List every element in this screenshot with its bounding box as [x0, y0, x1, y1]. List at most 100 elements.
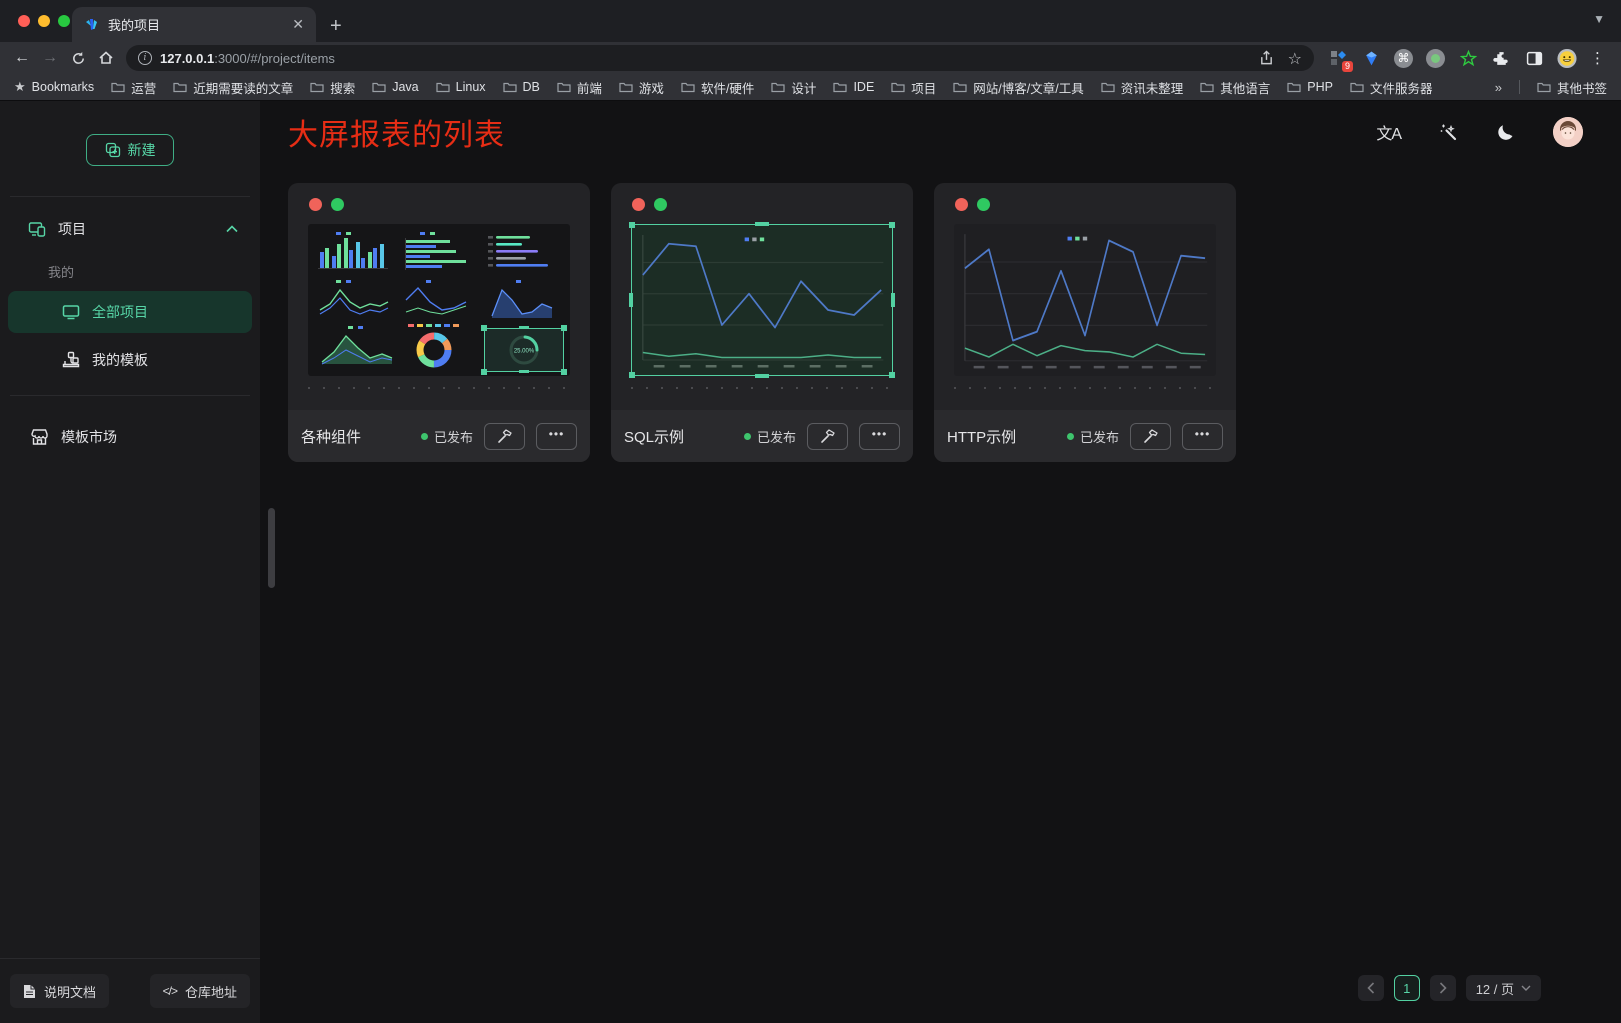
bookmark-folder[interactable]: 项目	[891, 78, 936, 97]
project-thumbnail[interactable]	[954, 224, 1216, 376]
card-green-dot	[977, 198, 990, 211]
dark-mode-moon-icon[interactable]	[1496, 123, 1515, 142]
edit-project-button[interactable]	[484, 423, 525, 450]
repo-button[interactable]: </> 仓库地址	[150, 974, 250, 1008]
back-icon[interactable]: ←	[8, 45, 36, 71]
bookmark-folder[interactable]: 文件服务器	[1350, 78, 1433, 97]
page-header: 大屏报表的列表 文A	[288, 101, 1621, 163]
sidebar-group-project[interactable]: 项目	[8, 207, 252, 251]
extensions-puzzle-icon[interactable]	[1491, 48, 1511, 68]
main-content: 大屏报表的列表 文A	[260, 101, 1621, 1023]
card-footer: SQL示例 已发布 •••	[611, 410, 913, 462]
site-info-icon[interactable]: i	[138, 51, 152, 65]
share-icon[interactable]	[1259, 50, 1274, 66]
project-card[interactable]: SQL示例 已发布 •••	[611, 183, 913, 462]
document-icon	[23, 984, 36, 999]
other-bookmarks-folder[interactable]: 其他书签	[1537, 78, 1607, 97]
tab-close-icon[interactable]: ✕	[292, 16, 304, 33]
docs-button[interactable]: 说明文档	[10, 974, 109, 1008]
bookmark-folder[interactable]: 软件/硬件	[681, 78, 754, 97]
bookmark-star-icon[interactable]: ☆	[1288, 49, 1302, 68]
hammer-icon	[1143, 428, 1159, 444]
bookmark-folder[interactable]: 游戏	[619, 78, 664, 97]
extension-badge: 9	[1342, 61, 1353, 72]
card-green-dot	[654, 198, 667, 211]
bookmark-folder[interactable]: 搜索	[310, 78, 355, 97]
hammer-icon	[820, 428, 836, 444]
bookmark-item[interactable]: ★Bookmarks	[14, 80, 94, 95]
url-bar[interactable]: i 127.0.0.1:3000/#/project/items ☆	[126, 45, 1314, 71]
code-icon: </>	[163, 984, 177, 998]
bookmarks-bar: ★Bookmarks 运营 近期需要读的文章 搜索 Java Linux DB …	[0, 74, 1621, 101]
bookmark-folder[interactable]: DB	[503, 80, 540, 94]
status-dot	[421, 433, 428, 440]
bookmarks-overflow-chevron[interactable]: »	[1495, 80, 1502, 95]
bookmark-folder[interactable]: Linux	[436, 80, 486, 94]
magic-wand-icon[interactable]	[1439, 123, 1458, 142]
new-tab-button[interactable]: +	[330, 16, 342, 36]
bookmark-folder[interactable]: 设计	[771, 78, 816, 97]
tab-search-chevron-icon[interactable]: ▼	[1593, 12, 1605, 26]
tab-manager-extension-icon[interactable]: 9	[1328, 48, 1348, 68]
page-number-button[interactable]: 1	[1394, 975, 1420, 1001]
home-icon[interactable]	[92, 45, 120, 71]
next-page-button[interactable]	[1430, 975, 1456, 1001]
minimize-window-button[interactable]	[38, 15, 50, 27]
reload-icon[interactable]	[64, 45, 92, 71]
card-title: SQL示例	[624, 426, 733, 447]
maximize-window-button[interactable]	[58, 15, 70, 27]
language-icon[interactable]: 文A	[1376, 120, 1401, 144]
bookmark-folder[interactable]: PHP	[1287, 80, 1333, 94]
project-card[interactable]: 25.00% 各种组件 已发布 •••	[288, 183, 590, 462]
sidebar-item-all-projects[interactable]: 全部项目	[8, 291, 252, 333]
project-thumbnail[interactable]: 25.00%	[308, 224, 570, 376]
prev-page-button[interactable]	[1358, 975, 1384, 1001]
sidebar-item-template-market[interactable]: 模板市场	[8, 416, 252, 458]
new-project-button[interactable]: 新建	[86, 134, 174, 166]
bookmark-folder[interactable]: IDE	[833, 80, 874, 94]
bookmark-folder[interactable]: 运营	[111, 78, 156, 97]
chevron-right-icon	[1439, 982, 1447, 994]
page-size-select[interactable]: 12 / 页	[1466, 975, 1541, 1001]
gauge-value: 25.00%	[514, 349, 535, 355]
url-host: 127.0.0.1	[160, 51, 214, 66]
bookmark-folder[interactable]: Java	[372, 80, 418, 94]
bookmark-folder[interactable]: 其他语言	[1200, 78, 1270, 97]
shortcut-extension-icon[interactable]: ⌘	[1394, 49, 1413, 68]
edit-project-button[interactable]	[807, 423, 848, 450]
bookmark-folder[interactable]: 资讯未整理	[1101, 78, 1184, 97]
bookmark-folder[interactable]: 前端	[557, 78, 602, 97]
browser-tab[interactable]: 我的项目 ✕	[72, 7, 316, 42]
card-title: HTTP示例	[947, 426, 1056, 447]
bookmark-folder[interactable]: 网站/博客/文章/工具	[953, 78, 1083, 97]
profile-avatar[interactable]	[1557, 48, 1577, 68]
status-badge: 已发布	[421, 427, 473, 446]
project-thumbnail[interactable]	[631, 224, 893, 376]
star-extension-icon[interactable]	[1458, 48, 1478, 68]
scrollbar-thumb[interactable]	[268, 508, 275, 588]
sidebar-item-my-templates[interactable]: 我的模板	[8, 339, 252, 381]
user-avatar[interactable]	[1553, 117, 1583, 147]
status-dot	[1067, 433, 1074, 440]
close-window-button[interactable]	[18, 15, 30, 27]
project-card[interactable]: HTTP示例 已发布 •••	[934, 183, 1236, 462]
more-actions-button[interactable]: •••	[1182, 423, 1223, 450]
recorder-extension-icon[interactable]	[1426, 49, 1445, 68]
status-badge: 已发布	[744, 427, 796, 446]
chevron-left-icon	[1367, 982, 1375, 994]
gem-extension-icon[interactable]	[1361, 48, 1381, 68]
edit-project-button[interactable]	[1130, 423, 1171, 450]
more-actions-button[interactable]: •••	[859, 423, 900, 450]
side-panel-icon[interactable]	[1524, 48, 1544, 68]
devices-icon	[28, 220, 46, 238]
url-text[interactable]: 127.0.0.1:3000/#/project/items	[160, 51, 1251, 66]
browser-menu-icon[interactable]: ⋮	[1590, 49, 1605, 67]
sidebar-footer: 说明文档 </> 仓库地址	[0, 958, 260, 1023]
forward-icon[interactable]: →	[36, 45, 64, 71]
http-line-chart-preview	[954, 224, 1216, 376]
more-actions-button[interactable]: •••	[536, 423, 577, 450]
bookmark-folder[interactable]: 近期需要读的文章	[173, 78, 293, 97]
goview-favicon	[84, 17, 100, 33]
thumbnail-ruler-dots	[631, 387, 893, 389]
chevron-up-icon[interactable]	[226, 225, 238, 233]
